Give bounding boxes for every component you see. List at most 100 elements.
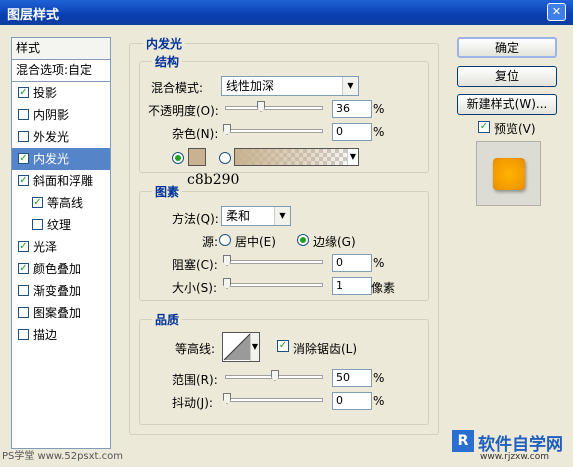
close-icon: ✕ [551,5,562,18]
jitter-input[interactable]: 0 [332,392,372,410]
source-edge-radio[interactable] [297,234,309,246]
chevron-down-icon: ▼ [342,77,358,95]
opacity-percent: % [373,102,385,116]
ok-button[interactable]: 确定 [457,37,557,58]
jitter-label: 抖动(J): [172,396,213,410]
style-checkbox[interactable] [32,219,43,230]
style-list-item[interactable]: 外发光 [12,126,110,148]
style-checkbox[interactable]: ✓ [18,241,29,252]
style-list-item[interactable]: 描边 [12,324,110,346]
quality-legend: 品质 [152,311,183,328]
choke-slider[interactable] [223,255,323,266]
inner-glow-title: 内发光 [143,35,186,52]
style-list-item[interactable]: ✓ 颜色叠加 [12,258,110,280]
size-label: 大小(S): [172,281,218,295]
source-label: 源: [202,235,219,249]
style-checkbox[interactable] [18,329,29,340]
choke-input[interactable]: 0 [332,254,372,272]
reset-button[interactable]: 复位 [457,66,557,87]
size-slider[interactable] [223,278,323,289]
left-watermark: PS学堂 www.52psxt.com [2,451,124,462]
gradient-radio[interactable] [219,152,231,164]
source-edge-label[interactable]: 边缘(G) [313,233,356,250]
size-input[interactable]: 1 [332,277,372,295]
range-percent: % [373,371,385,385]
range-slider[interactable] [225,370,323,381]
color-hex-annotation: c8b290 [187,172,240,188]
brand-url: www.rjzxw.com [480,452,549,462]
style-list: 样式 混合选项:自定 ✓ 投影 内阴影 外发光 ✓ 内发光 ✓ 斜面和浮雕 ✓ 等高线 纹理 ✓ 光泽 ✓… [11,37,111,449]
style-list-item[interactable]: 图案叠加 [12,302,110,324]
blend-options-item[interactable]: 混合选项:自定 [12,60,110,82]
style-checkbox[interactable] [18,131,29,142]
title-bar: 图层样式 ✕ [0,0,573,25]
style-list-item-label: 纹理 [47,218,72,232]
style-list-item-label: 投影 [33,86,58,100]
contour-picker[interactable]: ▼ [222,332,260,362]
noise-input[interactable]: 0 [332,123,372,141]
opacity-input[interactable]: 36 [332,100,372,118]
opacity-slider[interactable] [225,101,323,112]
structure-legend: 结构 [152,53,183,70]
antialias-checkbox[interactable]: ✓ [277,340,289,352]
style-checkbox[interactable]: ✓ [18,263,29,274]
contour-label: 等高线: [175,342,216,356]
style-list-item[interactable]: 内阴影 [12,104,110,126]
style-list-item-label: 内发光 [33,152,70,166]
antialias-label[interactable]: 消除锯齿(L) [293,340,357,357]
style-list-item[interactable]: ✓ 光泽 [12,236,110,258]
close-button[interactable]: ✕ [547,3,566,21]
window-title: 图层样式 [7,8,60,23]
style-preview-box [476,141,541,206]
technique-select[interactable]: 柔和 ▼ [221,206,291,226]
range-label: 范围(R): [172,373,218,387]
technique-value: 柔和 [226,209,251,223]
style-list-item-label: 光泽 [33,240,58,254]
jitter-slider[interactable] [223,393,323,404]
color-radio[interactable] [172,152,184,164]
style-list-item[interactable]: 纹理 [12,214,110,236]
style-list-item[interactable]: ✓ 斜面和浮雕 [12,170,110,192]
preview-checkbox[interactable]: ✓ [478,121,490,133]
preview-label[interactable]: 预览(V) [494,120,536,137]
opacity-label: 不透明度(O): [148,104,219,118]
style-checkbox[interactable]: ✓ [32,197,43,208]
gradient-swatch[interactable]: ▼ [234,148,359,166]
chevron-down-icon: ▼ [250,333,259,361]
style-checkbox[interactable]: ✓ [18,87,29,98]
blend-mode-value: 线性加深 [226,79,275,93]
style-list-item-label: 斜面和浮雕 [33,174,94,188]
preview-swatch [493,158,525,190]
source-center-label[interactable]: 居中(E) [235,233,276,250]
style-list-item[interactable]: ✓ 等高线 [12,192,110,214]
style-list-item-label: 图案叠加 [33,306,82,320]
style-list-item[interactable]: 渐变叠加 [12,280,110,302]
style-checkbox[interactable] [18,109,29,120]
source-center-radio[interactable] [219,234,231,246]
style-list-item-label: 颜色叠加 [33,262,82,276]
blend-mode-select[interactable]: 线性加深 ▼ [221,76,359,96]
new-style-button[interactable]: 新建样式(W)... [457,94,557,115]
noise-label: 杂色(N): [172,127,219,141]
contour-curve-icon [223,333,251,361]
glow-color-swatch[interactable] [188,148,206,166]
style-list-item[interactable]: ✓ 投影 [12,82,110,104]
choke-label: 阻塞(C): [172,258,218,272]
chevron-down-icon: ▼ [274,207,290,225]
range-input[interactable]: 50 [332,369,372,387]
chevron-down-icon: ▼ [347,149,358,165]
choke-percent: % [373,256,385,270]
style-list-item[interactable]: ✓ 内发光 [12,148,110,170]
style-list-item-label: 内阴影 [33,108,70,122]
style-checkbox[interactable]: ✓ [18,175,29,186]
style-list-item-label: 外发光 [33,130,70,144]
style-list-item-label: 等高线 [47,196,84,210]
brand-logo-icon: R [452,430,474,452]
noise-slider[interactable] [223,124,323,135]
style-checkbox[interactable] [18,285,29,296]
style-checkbox[interactable] [18,307,29,318]
elements-legend: 图素 [152,183,183,200]
style-checkbox[interactable]: ✓ [18,153,29,164]
technique-label: 方法(Q): [172,212,219,226]
style-list-header[interactable]: 样式 [12,38,110,60]
